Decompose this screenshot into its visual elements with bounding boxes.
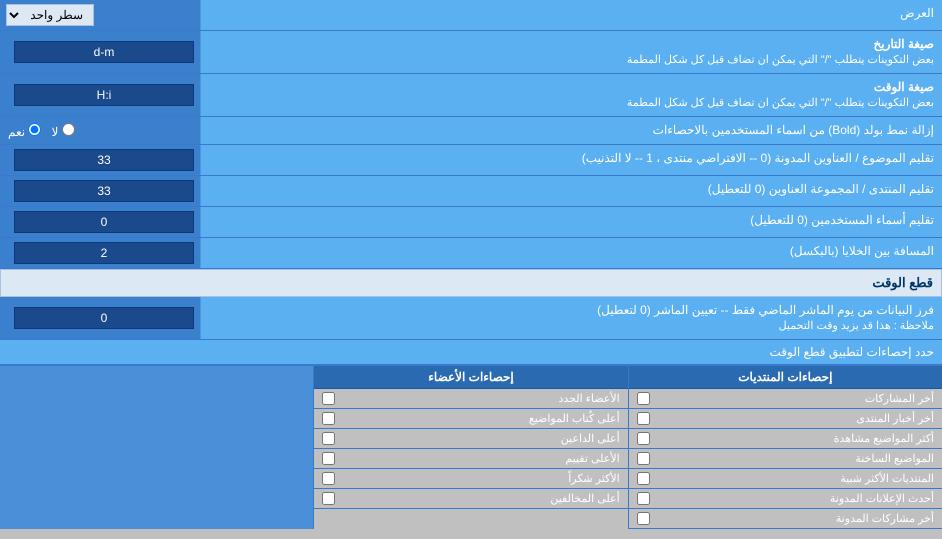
time-format-input[interactable] — [14, 84, 194, 106]
display-dropdown[interactable]: سطر واحد سطرين ثلاثة أسطر — [6, 4, 94, 26]
stat-item-posts-1: أخر أخبار المنتدى — [629, 409, 942, 429]
stat-item-posts-3: المواضيع الساخنة — [629, 449, 942, 469]
stat-checkbox-members-0[interactable] — [322, 392, 335, 405]
bold-no-label: لا — [51, 123, 74, 139]
users-input[interactable] — [14, 211, 194, 233]
stat-item-members-5: أعلى المخالفين — [314, 489, 627, 509]
date-format-input[interactable] — [14, 41, 194, 63]
cutoff-section-header: قطع الوقت — [0, 269, 942, 297]
limit-label: حدد إحصاءات لتطبيق قطع الوقت — [8, 345, 934, 359]
stat-checkbox-members-4[interactable] — [322, 472, 335, 485]
time-format-label: صيغة الوقت بعض التكوينات يتطلب "/" التي … — [200, 74, 942, 116]
posts-stats-header: إحصاءات المنتديات — [629, 366, 942, 389]
stat-checkbox-posts-6[interactable] — [637, 512, 650, 525]
bold-no-radio[interactable] — [62, 123, 75, 136]
stat-checkbox-members-3[interactable] — [322, 452, 335, 465]
stat-checkbox-posts-1[interactable] — [637, 412, 650, 425]
bold-yes-label: نعم — [8, 123, 41, 139]
stat-checkbox-members-2[interactable] — [322, 432, 335, 445]
stat-checkbox-posts-0[interactable] — [637, 392, 650, 405]
empty-col — [0, 366, 313, 529]
stat-item-posts-4: المنتديات الأكثر شبية — [629, 469, 942, 489]
cutoff-input[interactable] — [14, 307, 194, 329]
stat-item-posts-5: أحدث الإعلانات المدونة — [629, 489, 942, 509]
users-label: تقليم أسماء المستخدمين (0 للتعطيل) — [200, 207, 942, 237]
stat-item-posts-0: أخر المشاركات — [629, 389, 942, 409]
stat-item-posts-6: أخر مشاركات المدونة — [629, 509, 942, 529]
stat-checkbox-posts-4[interactable] — [637, 472, 650, 485]
stat-item-members-4: الأكثر شكراً — [314, 469, 627, 489]
date-format-label: صيغة التاريخ بعض التكوينات يتطلب "/" الت… — [200, 31, 942, 73]
stat-checkbox-members-1[interactable] — [322, 412, 335, 425]
forum-input[interactable] — [14, 180, 194, 202]
members-stats-header: إحصاءات الأعضاء — [314, 366, 627, 389]
stat-checkbox-members-5[interactable] — [322, 492, 335, 505]
members-stats-col: إحصاءات الأعضاء الأعضاء الجدد أعلى كُتاب… — [313, 366, 627, 529]
stat-checkbox-posts-2[interactable] — [637, 432, 650, 445]
posts-stats-col: إحصاءات المنتديات أخر المشاركات أخر أخبا… — [628, 366, 942, 529]
stat-checkbox-posts-3[interactable] — [637, 452, 650, 465]
stat-item-members-0: الأعضاء الجدد — [314, 389, 627, 409]
stats-grid: إحصاءات المنتديات أخر المشاركات أخر أخبا… — [0, 365, 942, 529]
stat-item-members-1: أعلى كُتاب المواضيع — [314, 409, 627, 429]
ard-label: العرض — [200, 0, 942, 30]
bold-label: إزالة نمط بولد (Bold) من اسماء المستخدمي… — [200, 117, 942, 144]
topics-label: تقليم الموضوع / العناوين المدونة (0 -- ا… — [200, 145, 942, 175]
topics-input[interactable] — [14, 149, 194, 171]
stat-item-members-3: الأعلى تقييم — [314, 449, 627, 469]
stat-item-posts-2: أكثر المواضيع مشاهدة — [629, 429, 942, 449]
bold-yes-radio[interactable] — [28, 123, 41, 136]
spacing-label: المسافة بين الخلايا (بالبكسل) — [200, 238, 942, 268]
spacing-input[interactable] — [14, 242, 194, 264]
forum-label: تقليم المنتدى / المجموعة العناوين (0 للت… — [200, 176, 942, 206]
main-container: العرض سطر واحد سطرين ثلاثة أسطر صيغة الت… — [0, 0, 942, 529]
stat-item-members-2: أعلى الداعين — [314, 429, 627, 449]
stat-checkbox-posts-5[interactable] — [637, 492, 650, 505]
cutoff-label: فرز البيانات من يوم الماشر الماضي فقط --… — [200, 297, 942, 339]
